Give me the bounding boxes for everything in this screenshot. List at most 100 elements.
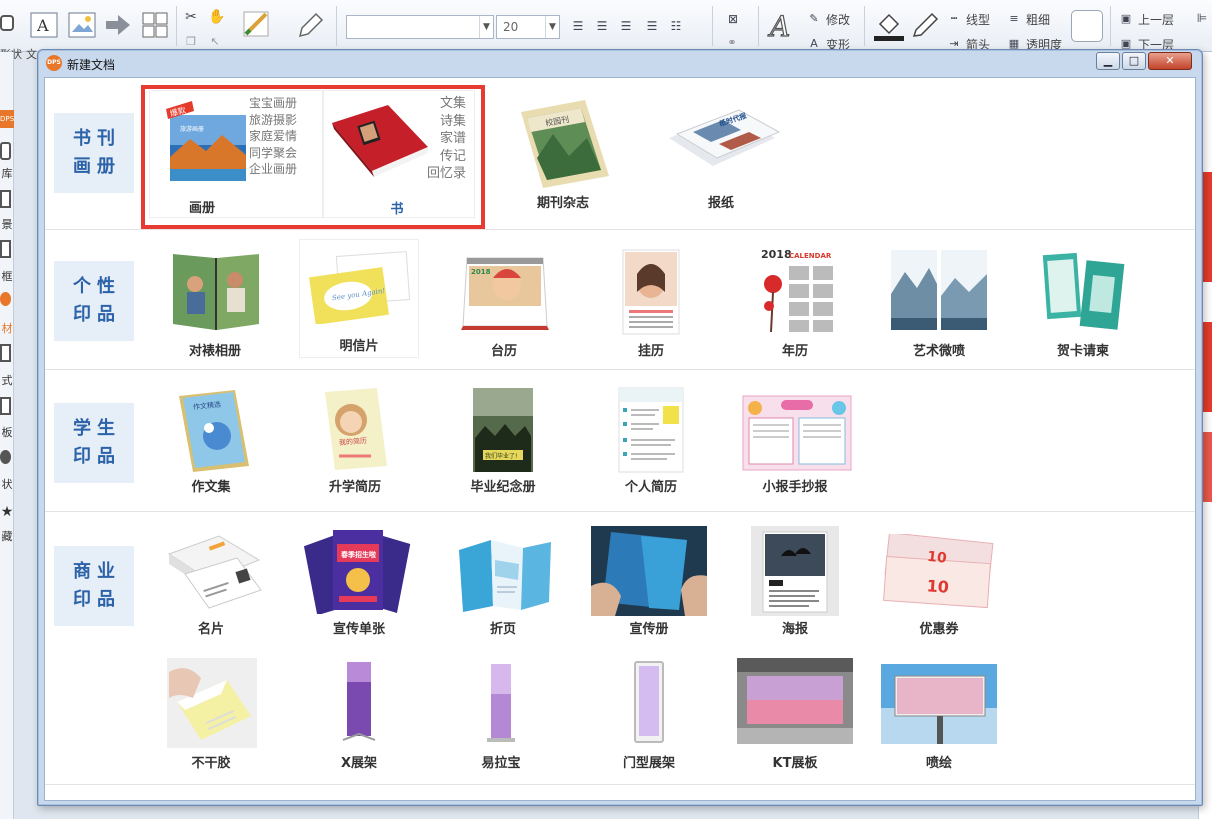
link-icon[interactable]: ⚭ [722,34,742,50]
template-label: 挂历 [637,344,664,359]
template-layflat-album[interactable]: 对裱相册 [161,246,269,362]
template-postcard[interactable]: See you Again! 明信片 [299,239,419,358]
x-banner-thumbnail [342,662,376,741]
template-school-resume[interactable]: 我的简历 升学简历 [301,384,409,504]
maximize-button[interactable]: □ [1122,52,1146,70]
template-essay-collection[interactable]: 作文精选 作文集 [157,384,265,504]
template-magazine[interactable]: 校园刊 期刊杂志 [511,98,615,218]
image-icon[interactable] [68,12,96,38]
align-right-icon[interactable]: ☰ [616,16,636,36]
arrow-icon[interactable] [104,12,132,38]
template-newspaper[interactable]: 纸时代报 报纸 [659,98,783,218]
template-label: 名片 [197,622,224,637]
material-icon[interactable] [0,292,11,306]
section-label-line: 画册 [73,156,121,177]
left-item-shape[interactable]: 状 [0,476,14,492]
pen-edit-icon[interactable] [294,8,326,42]
close-button[interactable]: ✕ [1148,52,1192,70]
left-item-frame[interactable]: 框 [0,268,14,284]
copy-icon[interactable]: ❐ [182,32,200,50]
template-brochure[interactable]: 宣传册 [591,526,707,646]
svg-text:A: A [36,16,49,35]
pan-icon[interactable]: ✋ [206,6,228,28]
fill-bucket-icon[interactable] [872,8,906,42]
pointer-icon[interactable]: ↖ [206,32,224,50]
template-label: 宣传册 [629,622,669,637]
template-personal-resume[interactable]: 个人简历 [597,384,705,504]
desk-calendar-thumbnail: 2018 [461,257,549,330]
bring-forward-label[interactable]: 上一层 [1138,11,1174,28]
section-label-line: 印品 [73,446,121,467]
template-door-frame[interactable]: 门型展架 [595,658,703,771]
grid-icon[interactable] [142,12,168,38]
template-desk-calendar[interactable]: 2018 台历 [449,246,559,362]
template-outdoor-billboard[interactable]: 喷绘 [881,664,997,771]
style-preview-box[interactable] [1071,10,1103,42]
left-item-material[interactable]: 材 [0,320,14,336]
shape-panel-icon[interactable] [0,450,11,464]
template-poster[interactable]: 海报 [745,526,845,646]
template-year-calendar[interactable]: 2018 CALENDAR 年历 [745,244,845,362]
selection-highlight [141,85,485,229]
dialog-title: 新建文档 [67,58,116,72]
text-box-icon[interactable]: A [30,12,58,38]
align-center-icon[interactable]: ☰ [592,16,612,36]
template-roll-up-banner[interactable]: 易拉宝 [449,658,553,771]
art-text-icon[interactable]: A [766,8,796,44]
select-frame-icon[interactable]: ⊠ [722,10,744,28]
line-pen-icon[interactable] [908,8,942,42]
cut-icon[interactable]: ✂ [182,8,200,26]
section-label-line: 个性 [73,276,121,297]
modify-label[interactable]: 修改 [826,11,850,28]
template-folded-leaflet[interactable]: 折页 [449,526,557,646]
coupon-value-front: 10 [926,576,950,597]
sticker-thumbnail [167,658,257,748]
brochure-thumbnail [591,526,707,616]
justify-icon[interactable]: ☰ [642,16,662,36]
left-item-background[interactable]: 景 [0,216,14,232]
left-item-style[interactable]: 式 [0,372,14,388]
library-icon[interactable] [0,142,11,160]
dialog-titlebar[interactable]: DPS 新建文档 ▁ □ ✕ [38,50,1202,77]
template-label: 明信片 [339,339,379,354]
left-item-template[interactable]: 板 [0,424,14,440]
line-spacing-icon[interactable]: ☷ [666,16,686,36]
thickness-label[interactable]: 粗细 [1026,11,1050,28]
font-size-value: 20 [503,20,519,34]
frame-icon[interactable] [0,240,11,258]
color-picker-icon[interactable] [240,8,272,42]
template-label: 台历 [490,344,517,359]
template-wall-calendar[interactable]: 挂历 [601,246,701,362]
font-family-select[interactable]: ▼ [346,15,494,39]
template-coupon[interactable]: 10 10 优惠券 [879,526,999,646]
align-left-icon[interactable]: ☰ [568,16,588,36]
align-tool-icon[interactable]: ⊫ [1194,10,1210,26]
template-greeting-card[interactable]: 贺卡请柬 [1031,246,1135,362]
template-flyer[interactable]: 春季招生啦 宣传单张 [299,526,419,646]
font-size-select[interactable]: 20 ▼ [496,15,560,39]
style-icon[interactable] [0,344,11,362]
left-tab[interactable]: DPS [0,110,14,128]
template-label: KT展板 [772,756,818,771]
template-art-print[interactable]: 艺术微喷 [885,246,993,362]
template-label: 门型展架 [622,756,675,771]
template-sticker[interactable]: 不干胶 [157,658,265,771]
template-handwritten-paper[interactable]: 小报手抄报 [735,384,855,504]
template-kt-board[interactable]: KT展板 [737,658,853,771]
line-type-label[interactable]: 线型 [966,11,990,28]
minimize-button[interactable]: ▁ [1096,52,1120,70]
template-graduation-book[interactable]: 我们毕业了! 毕业纪念册 [449,384,557,504]
svg-text:A: A [767,10,790,43]
newspaper-thumbnail: 纸时代报 [669,109,781,166]
left-item-favorite[interactable]: 藏 [0,528,14,544]
left-item-library[interactable]: 库 [0,165,14,181]
shape-icon[interactable] [0,10,14,38]
template-x-banner[interactable]: X展架 [307,658,411,771]
template-business-card[interactable]: 名片 [157,526,265,646]
template-icon[interactable] [0,397,11,415]
greeting-card-thumbnail [1042,252,1125,330]
toolbar-separator [758,6,759,46]
background-icon[interactable] [0,190,11,208]
favorite-icon[interactable]: ★ [0,504,14,520]
send-backward-icon: ▣ [1120,36,1132,50]
